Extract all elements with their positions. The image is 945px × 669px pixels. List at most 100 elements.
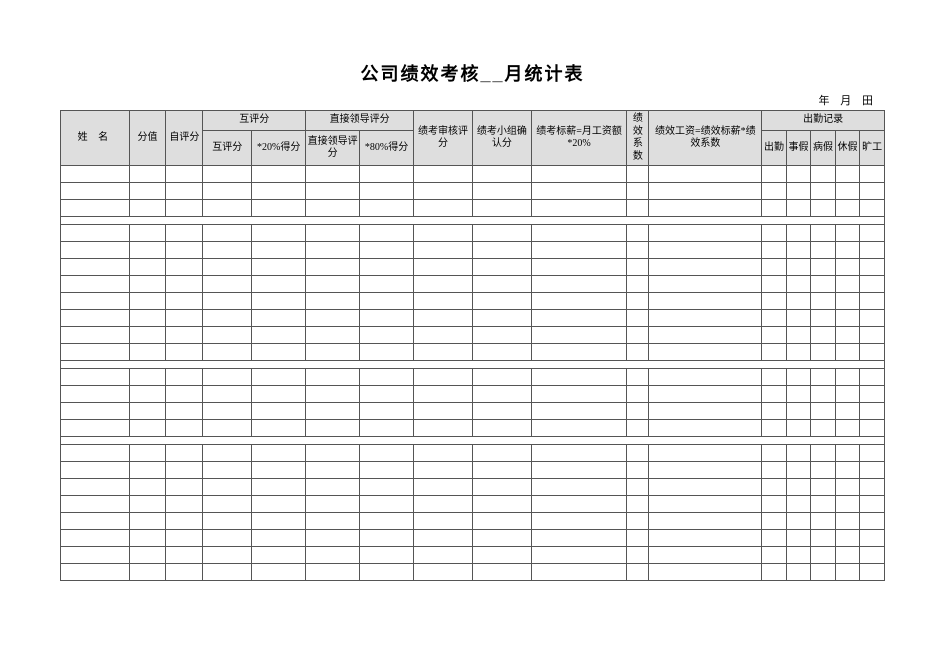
cell[interactable]: [786, 420, 811, 437]
cell[interactable]: [203, 369, 252, 386]
cell[interactable]: [786, 496, 811, 513]
cell[interactable]: [360, 166, 414, 183]
cell[interactable]: [472, 225, 531, 242]
cell[interactable]: [860, 310, 885, 327]
cell[interactable]: [129, 259, 166, 276]
cell[interactable]: [762, 479, 787, 496]
cell[interactable]: [360, 369, 414, 386]
cell[interactable]: [531, 166, 627, 183]
cell[interactable]: [252, 445, 306, 462]
cell[interactable]: [61, 259, 130, 276]
cell[interactable]: [252, 166, 306, 183]
cell[interactable]: [860, 386, 885, 403]
cell[interactable]: [166, 479, 203, 496]
cell[interactable]: [360, 293, 414, 310]
cell[interactable]: [649, 445, 762, 462]
cell[interactable]: [811, 242, 836, 259]
cell[interactable]: [306, 479, 360, 496]
cell[interactable]: [306, 327, 360, 344]
cell[interactable]: [531, 310, 627, 327]
cell[interactable]: [649, 386, 762, 403]
cell[interactable]: [531, 479, 627, 496]
cell[interactable]: [811, 369, 836, 386]
cell[interactable]: [203, 242, 252, 259]
cell[interactable]: [860, 344, 885, 361]
cell[interactable]: [762, 513, 787, 530]
cell[interactable]: [129, 513, 166, 530]
cell[interactable]: [860, 183, 885, 200]
cell[interactable]: [203, 293, 252, 310]
cell[interactable]: [61, 369, 130, 386]
cell[interactable]: [762, 386, 787, 403]
cell[interactable]: [472, 344, 531, 361]
cell[interactable]: [306, 496, 360, 513]
cell[interactable]: [360, 200, 414, 217]
cell[interactable]: [166, 420, 203, 437]
cell[interactable]: [61, 293, 130, 310]
cell[interactable]: [414, 403, 473, 420]
cell[interactable]: [786, 183, 811, 200]
cell[interactable]: [860, 276, 885, 293]
cell[interactable]: [129, 344, 166, 361]
cell[interactable]: [252, 547, 306, 564]
cell[interactable]: [811, 513, 836, 530]
cell[interactable]: [129, 276, 166, 293]
cell[interactable]: [360, 310, 414, 327]
cell[interactable]: [360, 327, 414, 344]
cell[interactable]: [860, 369, 885, 386]
cell[interactable]: [252, 530, 306, 547]
cell[interactable]: [786, 344, 811, 361]
cell[interactable]: [129, 369, 166, 386]
cell[interactable]: [786, 259, 811, 276]
cell[interactable]: [306, 225, 360, 242]
cell[interactable]: [306, 166, 360, 183]
cell[interactable]: [414, 420, 473, 437]
cell[interactable]: [360, 420, 414, 437]
cell[interactable]: [649, 259, 762, 276]
cell[interactable]: [472, 445, 531, 462]
cell[interactable]: [61, 242, 130, 259]
cell[interactable]: [360, 386, 414, 403]
cell[interactable]: [649, 310, 762, 327]
cell[interactable]: [627, 327, 649, 344]
cell[interactable]: [762, 200, 787, 217]
cell[interactable]: [360, 547, 414, 564]
cell[interactable]: [786, 166, 811, 183]
cell[interactable]: [61, 166, 130, 183]
cell[interactable]: [61, 479, 130, 496]
cell[interactable]: [762, 420, 787, 437]
cell[interactable]: [627, 479, 649, 496]
cell[interactable]: [811, 200, 836, 217]
cell[interactable]: [649, 496, 762, 513]
cell[interactable]: [360, 242, 414, 259]
cell[interactable]: [360, 496, 414, 513]
cell[interactable]: [811, 225, 836, 242]
cell[interactable]: [129, 496, 166, 513]
cell[interactable]: [252, 242, 306, 259]
cell[interactable]: [252, 403, 306, 420]
cell[interactable]: [203, 327, 252, 344]
cell[interactable]: [203, 496, 252, 513]
cell[interactable]: [627, 547, 649, 564]
cell[interactable]: [252, 496, 306, 513]
cell[interactable]: [786, 327, 811, 344]
cell[interactable]: [627, 293, 649, 310]
cell[interactable]: [414, 462, 473, 479]
cell[interactable]: [129, 547, 166, 564]
cell[interactable]: [627, 386, 649, 403]
cell[interactable]: [306, 513, 360, 530]
cell[interactable]: [472, 462, 531, 479]
cell[interactable]: [762, 310, 787, 327]
cell[interactable]: [786, 547, 811, 564]
cell[interactable]: [472, 479, 531, 496]
cell[interactable]: [306, 445, 360, 462]
cell[interactable]: [129, 445, 166, 462]
cell[interactable]: [649, 183, 762, 200]
cell[interactable]: [306, 276, 360, 293]
cell[interactable]: [61, 200, 130, 217]
cell[interactable]: [835, 445, 860, 462]
cell[interactable]: [762, 547, 787, 564]
cell[interactable]: [203, 420, 252, 437]
cell[interactable]: [649, 327, 762, 344]
cell[interactable]: [649, 166, 762, 183]
